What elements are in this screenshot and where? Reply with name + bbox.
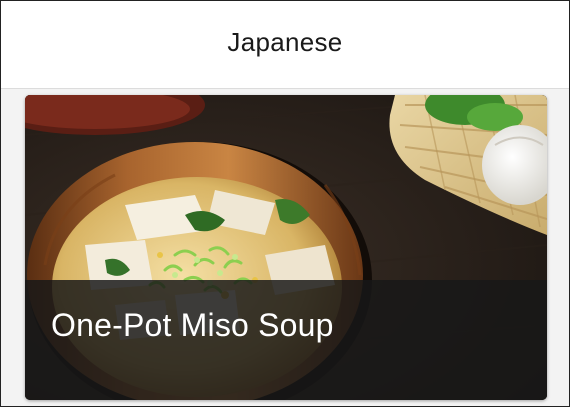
recipe-list: One-Pot Miso Soup <box>1 89 569 406</box>
top-bar: Japanese <box>1 1 569 89</box>
page-title: Japanese <box>227 27 343 57</box>
app-screen: Japanese One-Pot Miso Soup <box>0 0 570 407</box>
recipe-title[interactable]: One-Pot Miso Soup <box>51 307 334 344</box>
recipe-card[interactable]: One-Pot Miso Soup <box>25 95 547 400</box>
